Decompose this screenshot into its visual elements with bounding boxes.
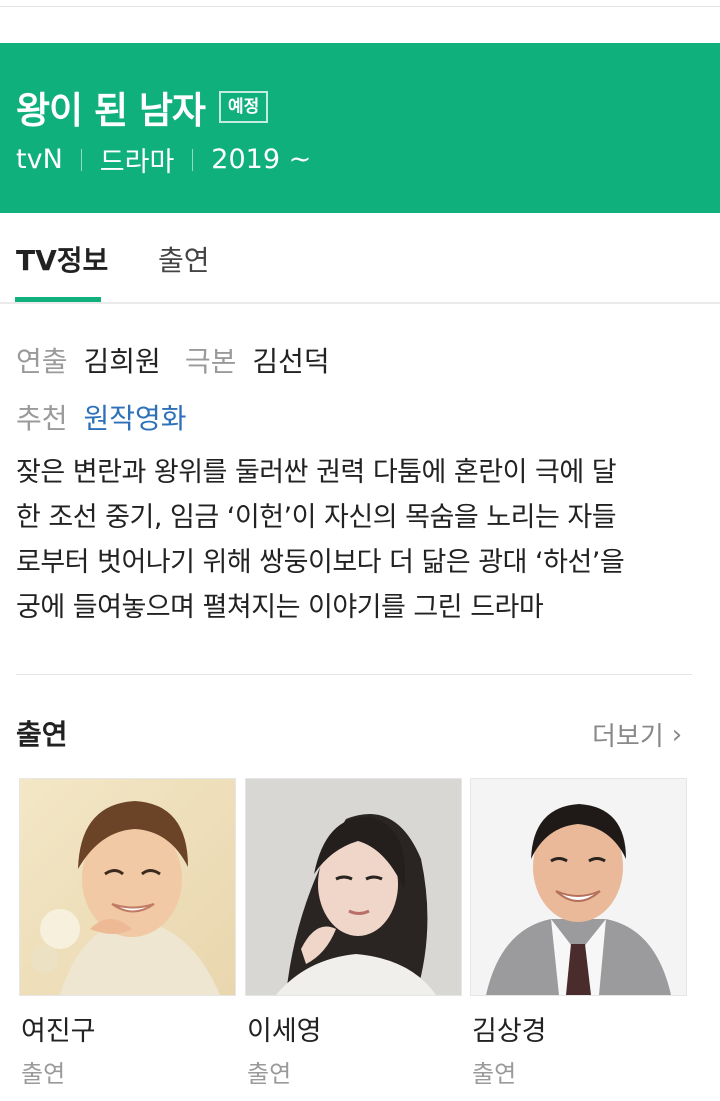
tab-bar: TV정보 출연 (0, 213, 720, 304)
cast-name[interactable]: 여진구 (21, 1009, 96, 1048)
cast-card[interactable]: 김상경 출연 (470, 778, 687, 1088)
synopsis-line: 궁에 들여놓으며 펼쳐지는 이야기를 그린 드라마 (16, 592, 544, 623)
channel-text: tvN (16, 144, 63, 175)
synopsis-line: 로부터 벗어나기 위해 쌍둥이보다 더 닮은 광대 ‘하선’을 (16, 547, 625, 578)
director-label: 연출 (16, 345, 68, 378)
cast-photo[interactable] (470, 778, 687, 996)
meta-divider (192, 148, 194, 171)
credits-row: 연출 김희원 극본 김선덕 (16, 340, 354, 380)
recommend-row: 추천 원작영화 (16, 397, 187, 437)
status-badge: 예정 (218, 91, 269, 123)
synopsis: 잦은 변란과 왕위를 둘러싼 권력 다툼에 혼란이 극에 달 한 조선 중기, … (16, 450, 706, 630)
meta-divider (80, 148, 82, 171)
tab-cast[interactable]: 출연 (158, 239, 210, 279)
year-text: 2019 ~ (211, 144, 312, 175)
tab-tv-info[interactable]: TV정보 (16, 239, 108, 279)
cast-photo[interactable] (19, 778, 236, 996)
cast-name[interactable]: 이세영 (247, 1009, 322, 1048)
cast-role: 출연 (247, 1060, 292, 1088)
cast-photo[interactable] (245, 778, 462, 996)
synopsis-line: 한 조선 중기, 임금 ‘이헌’이 자신의 목숨을 노리는 자들 (16, 502, 617, 533)
program-title: 왕이 된 남자 (16, 89, 206, 132)
program-meta: tvN 드라마 2019 ~ (16, 140, 311, 179)
cast-card[interactable]: 여진구 출연 (19, 778, 236, 1088)
director-name[interactable]: 김희원 (84, 340, 161, 380)
writer-name[interactable]: 김선덕 (252, 340, 329, 380)
cast-name[interactable]: 김상경 (472, 1009, 547, 1048)
genre-text: 드라마 (99, 147, 175, 178)
section-divider (16, 674, 692, 675)
writer-label: 극본 (184, 345, 237, 378)
active-tab-indicator (15, 297, 101, 302)
recommend-link[interactable]: 원작영화 (84, 397, 187, 437)
cast-card[interactable]: 이세영 출연 (245, 778, 462, 1088)
more-button[interactable]: 더보기 › (592, 716, 682, 753)
cast-role: 출연 (21, 1060, 66, 1088)
more-label: 더보기 (592, 722, 664, 752)
title-row: 왕이 된 남자 예정 (16, 80, 269, 134)
recommend-label: 추천 (16, 402, 68, 435)
cast-section-title: 출연 (16, 718, 68, 751)
synopsis-line: 잦은 변란과 왕위를 둘러싼 권력 다툼에 혼란이 극에 달 (16, 457, 617, 488)
chevron-right-icon: › (671, 719, 683, 750)
cast-role: 출연 (472, 1060, 517, 1088)
